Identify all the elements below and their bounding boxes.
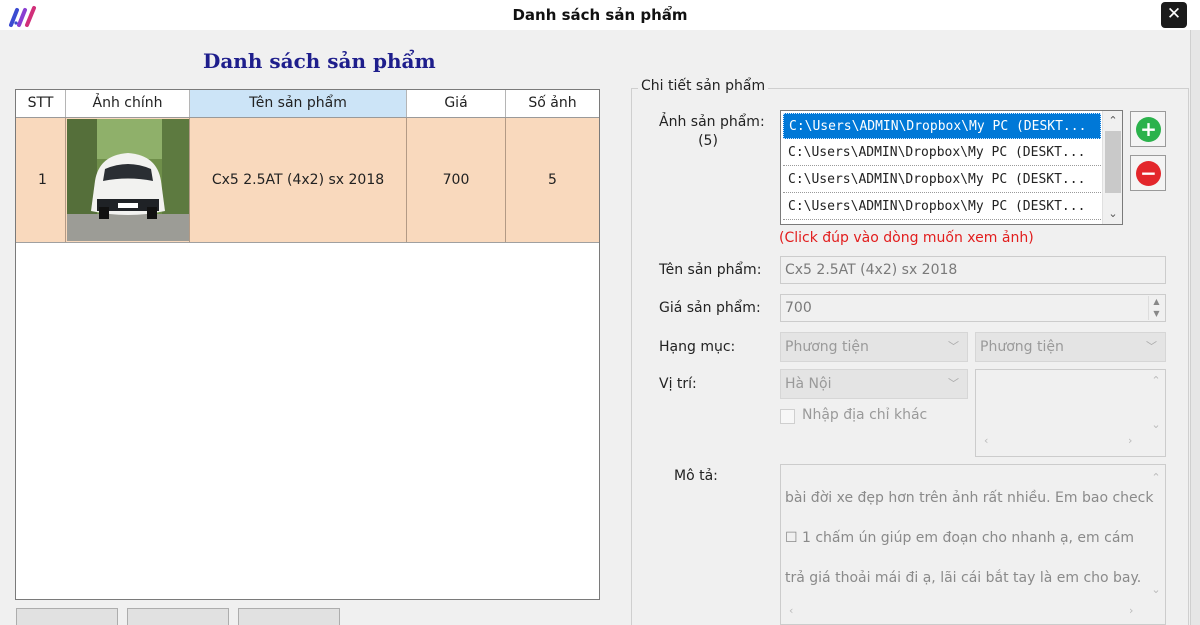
description-line: trả giá thoải mái đi ạ, lãi cái bắt tay …	[785, 570, 1142, 586]
description-line: ☐ 1 chấm ún giúp em đoạn cho nhanh ạ, em…	[785, 530, 1135, 546]
subcategory-value: Phương tiện	[980, 339, 1064, 355]
list-heading: Danh sách sản phẩm	[203, 49, 436, 73]
image-path-item[interactable]: C:\Users\ADMIN\Dropbox\My PC (DESKT...	[783, 140, 1101, 166]
scroll-down-icon[interactable]: ⌄	[1147, 583, 1165, 596]
minus-icon: −	[1136, 161, 1161, 186]
category-value: Phương tiện	[785, 339, 869, 355]
scroll-up-icon[interactable]: ⌃	[1103, 112, 1123, 130]
other-address-label: Nhập địa chỉ khác	[802, 407, 928, 423]
description-label: Mô tả:	[674, 468, 718, 484]
name-field[interactable]: Cx5 2.5AT (4x2) sx 2018	[780, 256, 1166, 284]
table-row[interactable]: 1 Cx5 2.5AT (4x2) sx 2018 700 5	[16, 118, 599, 243]
column-header-name[interactable]: Tên sản phẩm	[190, 90, 407, 117]
location-select[interactable]: Hà Nội ﹀	[780, 369, 968, 399]
chevron-down-icon: ﹀	[948, 377, 959, 390]
double-click-hint: (Click đúp vào dòng muốn xem ảnh)	[779, 230, 1034, 246]
cell-main-image[interactable]	[66, 118, 190, 242]
description-line: bài đời xe đẹp hơn trên ảnh rất nhiều. E…	[785, 490, 1154, 506]
location-value: Hà Nội	[785, 376, 832, 392]
cell-price[interactable]: 700	[407, 118, 506, 242]
column-header-stt[interactable]: STT	[16, 90, 66, 117]
name-label: Tên sản phẩm:	[659, 262, 762, 278]
price-stepper[interactable]: 700 ▲ ▼	[780, 294, 1166, 322]
product-grid[interactable]: STT Ảnh chính Tên sản phẩm Giá Số ảnh 1 …	[15, 89, 600, 600]
remove-image-button[interactable]: −	[1130, 155, 1166, 191]
image-list-scrollbar[interactable]: ⌃ ⌄	[1102, 111, 1122, 224]
white-suv-photo	[67, 119, 189, 241]
image-path-item[interactable]: C:\Users\ADMIN\Dropbox\My PC (DESKT...	[783, 167, 1101, 193]
other-address-checkbox[interactable]	[780, 409, 795, 424]
grid-header: STT Ảnh chính Tên sản phẩm Giá Số ảnh	[16, 90, 599, 118]
action-button-2[interactable]	[127, 608, 229, 625]
cell-image-count[interactable]: 5	[506, 118, 599, 242]
window-edge	[1190, 30, 1200, 625]
scroll-down-icon[interactable]: ⌄	[1147, 418, 1165, 431]
scroll-right-icon[interactable]: ›	[1129, 604, 1133, 622]
close-button[interactable]: ✕	[1161, 2, 1187, 28]
title-bar: Danh sách sản phẩm ✕	[0, 0, 1200, 30]
column-header-main-image[interactable]: Ảnh chính	[66, 90, 190, 117]
subcategory-select[interactable]: Phương tiện ﹀	[975, 332, 1166, 362]
price-value: 700	[785, 300, 812, 316]
price-label: Giá sản phẩm:	[659, 300, 761, 316]
cell-stt[interactable]: 1	[16, 118, 66, 242]
scroll-up-icon[interactable]: ⌃	[1147, 471, 1165, 484]
image-path-item[interactable]: C:\Users\ADMIN\Dropbox\My PC (DESKT...	[783, 194, 1101, 220]
action-button-3[interactable]	[238, 608, 340, 625]
scroll-down-icon[interactable]: ⌄	[1103, 205, 1123, 223]
images-count: (5)	[698, 133, 718, 149]
images-label: Ảnh sản phẩm:	[659, 114, 765, 130]
scroll-thumb[interactable]	[1105, 131, 1121, 193]
category-select[interactable]: Phương tiện ﹀	[780, 332, 968, 362]
scroll-up-icon[interactable]: ⌃	[1147, 374, 1165, 387]
image-path-item[interactable]: C:\Users\ADMIN\Dropbox\My PC (DESKT...	[783, 113, 1101, 139]
description-textbox[interactable]: bài đời xe đẹp hơn trên ảnh rất nhiều. E…	[780, 464, 1166, 625]
cell-name[interactable]: Cx5 2.5AT (4x2) sx 2018	[190, 118, 407, 242]
scroll-left-icon[interactable]: ‹	[984, 434, 988, 452]
chevron-down-icon: ﹀	[1146, 340, 1157, 353]
detail-group-title: Chi tiết sản phẩm	[638, 78, 769, 94]
scroll-left-icon[interactable]: ‹	[789, 604, 793, 622]
image-path-list[interactable]: C:\Users\ADMIN\Dropbox\My PC (DESKT... C…	[780, 110, 1123, 225]
plus-icon: +	[1136, 117, 1161, 142]
location-label: Vị trí:	[659, 376, 697, 392]
scroll-right-icon[interactable]: ›	[1128, 434, 1132, 452]
price-spin-buttons[interactable]: ▲ ▼	[1148, 296, 1164, 320]
action-button-1[interactable]	[16, 608, 118, 625]
other-address-textbox[interactable]: ⌃ ⌄ ‹ ›	[975, 369, 1166, 457]
chevron-down-icon: ﹀	[948, 340, 959, 353]
column-header-image-count[interactable]: Số ảnh	[506, 90, 599, 117]
add-image-button[interactable]: +	[1130, 111, 1166, 147]
category-label: Hạng mục:	[659, 339, 736, 355]
window-title: Danh sách sản phẩm	[512, 6, 688, 24]
column-header-price[interactable]: Giá	[407, 90, 506, 117]
